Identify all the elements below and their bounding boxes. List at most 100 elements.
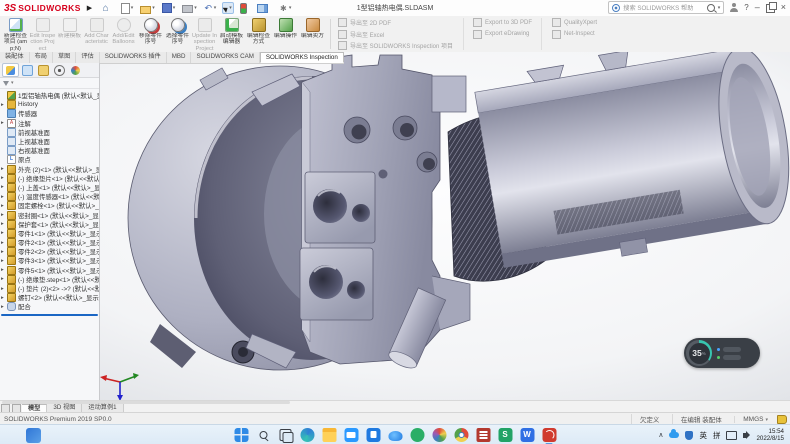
taskbar-app[interactable] (432, 428, 447, 443)
feature-tree-item[interactable]: ▸ 配合 (0, 302, 99, 311)
command-tab[interactable]: 评估 (76, 52, 99, 63)
feature-tree-item[interactable]: ▸ 外壳 (2)<1> (默认<<默认>_显示状 (0, 165, 99, 174)
onedrive-icon[interactable] (669, 432, 679, 438)
widgets-button[interactable] (26, 428, 41, 443)
chevron-down-icon[interactable]: ▾ (214, 5, 217, 11)
filter-funnel-icon[interactable] (3, 81, 9, 86)
feature-tree-item[interactable]: ▸ 零件2<2> (默认<<默认>_显示状 (0, 247, 99, 256)
export-menu-item[interactable]: 导出至 Excel (338, 30, 453, 39)
ribbon-button[interactable]: 新建检查项目 (amp;N) (2, 17, 29, 52)
chevron-down-icon[interactable]: ▾ (194, 5, 197, 11)
taskbar-app[interactable] (454, 428, 469, 443)
quick-tool-button[interactable]: ▾ (120, 2, 135, 15)
minimize-button[interactable]: – (755, 3, 760, 12)
ribbon-button[interactable]: 编辑操作 (272, 17, 299, 52)
export-menu-item[interactable]: QualityXpert (552, 18, 597, 27)
feature-tree-item[interactable]: ▸ 螺钉<2> (默认<<默认>_显示状态 (0, 293, 99, 302)
feature-tree-item[interactable]: ▸ 零件2<1> (默认<<默认>_显示状 (0, 238, 99, 247)
feature-tree-item[interactable]: ▸ (-) 绝缘垫.step<1> (默认<<默认> (0, 275, 99, 284)
taskbar-app[interactable] (366, 428, 381, 443)
feature-tree-item[interactable]: ▸ 零件5<1> (默认<<默认>_显示状 (0, 266, 99, 275)
ribbon-button[interactable]: 编辑检查方式 (245, 17, 272, 52)
taskbar-app[interactable]: W (520, 428, 535, 443)
help-button[interactable]: ? (744, 3, 748, 12)
quick-tool-button[interactable]: ▾ (139, 2, 156, 15)
command-tab[interactable]: 装配体 (0, 52, 30, 63)
ribbon-button[interactable]: Add/Edit Balloons (110, 17, 137, 52)
chevron-down-icon[interactable]: ▾ (152, 5, 155, 11)
ime-language-indicator[interactable]: 英 (699, 430, 707, 441)
export-menu-item[interactable]: 导出至 SOLIDWORKS Inspection 项目 (338, 41, 453, 50)
command-tab[interactable]: SOLIDWORKS 插件 (100, 52, 167, 63)
ribbon-button[interactable]: 新建模板 (56, 17, 83, 52)
feature-tree-item[interactable]: ▸ 固定螺栓<1> (默认<<默认>_显示 (0, 201, 99, 210)
command-tab[interactable]: MBD (167, 52, 192, 63)
panel-tab[interactable] (36, 64, 51, 76)
feature-tree-item[interactable]: ▸ 右视基准面 (0, 146, 99, 155)
login-user-icon[interactable] (730, 3, 738, 12)
taskbar-app[interactable] (344, 428, 359, 443)
record-toggle-2[interactable] (723, 355, 741, 360)
screen-record-widget[interactable]: 35 % (684, 338, 760, 368)
quick-tool-button[interactable]: ▾ (203, 3, 218, 14)
rollback-bar[interactable] (1, 314, 98, 316)
export-menu-item[interactable]: 导出至 2D PDF (338, 18, 453, 27)
panel-tab[interactable] (68, 64, 83, 76)
feature-tree-item[interactable]: ▸ 传感器 (0, 109, 99, 118)
export-menu-item[interactable]: Net-Inspect (552, 30, 597, 39)
status-tag-icon[interactable] (777, 415, 787, 424)
taskbar-app[interactable] (256, 428, 271, 443)
quick-tool-button[interactable]: ▾ (278, 3, 293, 14)
quick-tool-button[interactable]: ▾ (256, 2, 273, 14)
quick-tool-button[interactable]: ▾ (181, 2, 198, 14)
volume-icon[interactable] (743, 433, 747, 438)
feature-tree-item[interactable]: ▸ (-) 温度传感器<1> (默认<<默认>_ (0, 192, 99, 201)
record-toggle-1[interactable] (723, 347, 741, 352)
command-tab[interactable]: SOLIDWORKS CAM (191, 52, 259, 63)
display-cast-icon[interactable] (726, 431, 737, 440)
quick-tool-button[interactable]: ▾ (222, 2, 234, 14)
taskbar-app[interactable] (234, 428, 249, 443)
feature-tree-item[interactable]: ▸ 注解 (0, 119, 99, 128)
search-icon[interactable] (707, 4, 715, 12)
feature-tree-item[interactable]: ▸ 前视基准面 (0, 128, 99, 137)
menu-flyout-arrow-icon[interactable]: ▶ (87, 4, 92, 12)
ribbon-button[interactable]: Add Characteristic (83, 17, 110, 52)
export-menu-item[interactable]: Export to 3D PDF (473, 18, 532, 27)
chevron-down-icon[interactable]: ▾ (173, 5, 176, 11)
command-tab[interactable]: 布局 (30, 52, 53, 63)
quick-tool-button[interactable]: ▾ (161, 2, 177, 14)
panel-tab[interactable] (52, 64, 67, 76)
feature-tree-item[interactable]: ▸ 保护套<1> (默认<<默认>_显示状 (0, 220, 99, 229)
tray-chevron-icon[interactable]: ∧ (658, 431, 663, 439)
export-menu-item[interactable]: Export eDrawing (473, 30, 532, 39)
ribbon-button[interactable]: 选择零件序号 (164, 17, 191, 52)
chevron-down-icon[interactable]: ▾ (131, 5, 134, 11)
search-chevron-icon[interactable]: ▾ (718, 5, 721, 11)
quick-tool-button[interactable]: ▾ (100, 3, 115, 14)
feature-tree-item[interactable]: ▸ 零件1<1> (默认<<默认>_显示状 (0, 229, 99, 238)
feature-tree-item[interactable]: ▸ (-) 上盖<1> (默认<<默认>_显示状 (0, 183, 99, 192)
taskbar-app[interactable] (410, 428, 425, 443)
tray-clock[interactable]: 15:54 2022/8/15 (756, 428, 784, 442)
feature-tree-item[interactable]: ▸ 1型铝轴热电偶 (默认<默认_显示状态-1 (0, 91, 99, 100)
chevron-down-icon[interactable]: ▾ (289, 5, 292, 11)
restore-button[interactable] (766, 4, 775, 13)
search-input[interactable]: 搜索 SOLIDWORKS 帮助 (623, 3, 703, 12)
feature-tree-item[interactable]: ▸ 原点 (0, 155, 99, 164)
ribbon-button[interactable]: 编辑卖方 (299, 17, 326, 52)
security-shield-icon[interactable] (685, 431, 693, 440)
close-button[interactable]: × (781, 3, 786, 12)
status-chevron-icon[interactable]: ▾ (765, 417, 768, 423)
help-search-box[interactable]: 搜索 SOLIDWORKS 帮助 ▾ (608, 1, 724, 14)
ribbon-button[interactable]: Update Inspection Project (191, 17, 218, 52)
taskbar-app[interactable] (388, 428, 403, 443)
filter-chevron-icon[interactable]: ▾ (11, 80, 14, 86)
feature-tree-item[interactable]: ▸ 上视基准面 (0, 137, 99, 146)
ribbon-button[interactable]: 启动模板编辑器 (218, 17, 245, 52)
command-tab[interactable]: SOLIDWORKS Inspection (260, 52, 344, 63)
feature-tree-item[interactable]: ▸ 密封圈<1> (默认<<默认>_显示状 (0, 210, 99, 219)
taskbar-app[interactable] (476, 428, 491, 443)
feature-tree-item[interactable]: ▸ (-) 垫片 (2)<2> ->? (默认<<默认> (0, 284, 99, 293)
taskbar-app[interactable] (542, 428, 557, 443)
